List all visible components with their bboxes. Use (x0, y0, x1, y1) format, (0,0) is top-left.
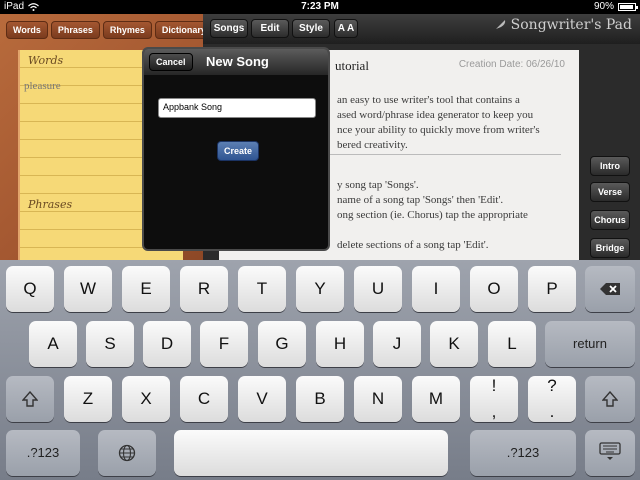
return-key[interactable]: return (545, 321, 635, 367)
key-g[interactable]: G (258, 321, 306, 367)
key-e[interactable]: E (122, 266, 170, 312)
key-v[interactable]: V (238, 376, 286, 422)
idea-tabs: Words Phrases Rhymes Dictionary (6, 21, 213, 39)
edit-button[interactable]: Edit (251, 19, 289, 38)
space-key[interactable] (174, 430, 448, 476)
app-name: Songwriter's Pad (510, 17, 632, 33)
document-line: ong section (ie. Chorus) tap the appropr… (337, 209, 528, 221)
creation-date: Creation Date: 06/26/10 (458, 59, 565, 70)
key-i[interactable]: I (412, 266, 460, 312)
popover-header: Cancel New Song (144, 49, 328, 75)
intro-button[interactable]: Intro (590, 156, 630, 176)
key-s[interactable]: S (86, 321, 134, 367)
phrases-card-title: Phrases (28, 198, 73, 211)
song-name-input[interactable]: Appbank Song (158, 98, 316, 118)
editor-toolbar: Songs Edit Style A A Songwriter's Pad (203, 14, 640, 44)
clock: 7:23 PM (301, 1, 339, 12)
key-f[interactable]: F (200, 321, 248, 367)
key-t[interactable]: T (238, 266, 286, 312)
new-song-popover: Cancel New Song Appbank Song Create (142, 47, 330, 251)
key-comma-bottom: , (491, 402, 497, 421)
style-button[interactable]: Style (292, 19, 330, 38)
key-j[interactable]: J (373, 321, 421, 367)
key-k[interactable]: K (430, 321, 478, 367)
hide-keyboard-key[interactable] (585, 430, 635, 476)
key-w[interactable]: W (64, 266, 112, 312)
backspace-key[interactable] (585, 266, 635, 312)
onscreen-keyboard: Q W E R T Y U I O P A S D F G H J K L re… (0, 260, 640, 480)
key-question-period[interactable]: ? . (528, 376, 576, 422)
divider (319, 154, 561, 155)
document-line: delete sections of a song tap 'Edit'. (337, 239, 489, 251)
globe-icon (118, 444, 136, 462)
key-exclaim-comma[interactable]: ! , (470, 376, 518, 422)
key-p[interactable]: P (528, 266, 576, 312)
chorus-button[interactable]: Chorus (590, 210, 630, 230)
document-line: y song tap 'Songs'. (337, 179, 419, 191)
font-size-button[interactable]: A A (334, 19, 358, 38)
shift-icon (21, 390, 39, 407)
tab-words[interactable]: Words (6, 21, 48, 39)
key-y[interactable]: Y (296, 266, 344, 312)
key-u[interactable]: U (354, 266, 402, 312)
status-bar: iPad 7:23 PM 90% (0, 0, 640, 14)
shift-icon (601, 390, 619, 407)
battery-icon (618, 2, 638, 11)
tab-phrases[interactable]: Phrases (50, 21, 100, 39)
quill-icon (493, 20, 505, 31)
popover-title: New Song (206, 54, 269, 69)
key-d[interactable]: D (143, 321, 191, 367)
bridge-button[interactable]: Bridge (590, 238, 630, 258)
backspace-icon (600, 283, 620, 295)
battery-percent: 90% (593, 1, 614, 12)
shift-key-left[interactable] (6, 376, 54, 422)
key-l[interactable]: L (488, 321, 536, 367)
key-question-top: ? (547, 376, 557, 395)
document-line: bered creativity. (337, 139, 408, 151)
document-line: an easy to use writer's tool that contai… (337, 94, 520, 106)
key-r[interactable]: R (180, 266, 228, 312)
word-item[interactable]: pleasure (24, 80, 61, 92)
songs-button[interactable]: Songs (210, 19, 248, 38)
key-h[interactable]: H (316, 321, 364, 367)
key-period-bottom: . (549, 402, 555, 421)
words-card-title: Words (28, 54, 64, 67)
key-x[interactable]: X (122, 376, 170, 422)
key-exclaim-top: ! (491, 376, 497, 395)
key-q[interactable]: Q (6, 266, 54, 312)
key-n[interactable]: N (354, 376, 402, 422)
tab-rhymes[interactable]: Rhymes (102, 21, 152, 39)
verse-button[interactable]: Verse (590, 182, 630, 202)
document-line: nce your ability to quickly move from wr… (337, 124, 540, 136)
key-a[interactable]: A (29, 321, 77, 367)
key-o[interactable]: O (470, 266, 518, 312)
key-c[interactable]: C (180, 376, 228, 422)
globe-key[interactable] (98, 430, 156, 476)
document-line: ased word/phrase idea generator to keep … (337, 109, 534, 121)
cancel-button[interactable]: Cancel (149, 53, 193, 71)
numbers-key-left[interactable]: .?123 (6, 430, 80, 476)
document-line: name of a song tap 'Songs' then 'Edit'. (337, 194, 504, 206)
shift-key-right[interactable] (585, 376, 635, 422)
key-b[interactable]: B (296, 376, 344, 422)
create-button[interactable]: Create (217, 141, 259, 161)
document-title: utorial (335, 58, 369, 73)
app-brand: Songwriter's Pad (493, 17, 632, 33)
key-z[interactable]: Z (64, 376, 112, 422)
key-m[interactable]: M (412, 376, 460, 422)
keyboard-hide-icon (599, 442, 621, 460)
numbers-key-right[interactable]: .?123 (470, 430, 576, 476)
